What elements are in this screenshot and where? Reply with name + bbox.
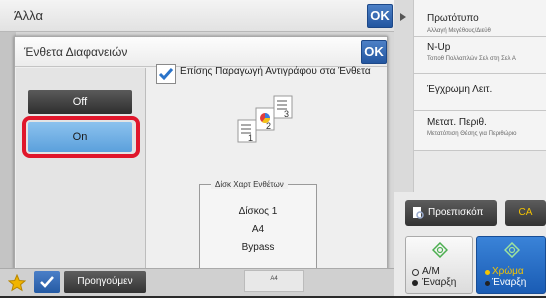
tray-size: A4 xyxy=(251,224,265,235)
bottom-paper-indicator: A4 xyxy=(244,270,304,292)
favorite-star-icon[interactable] xyxy=(7,273,27,292)
color-indicator xyxy=(485,281,490,286)
menu-color-mode[interactable]: Έγχρωμη Λειτ. xyxy=(414,74,546,111)
start-diamond-icon xyxy=(504,242,520,258)
dialog-title-bar: Ένθετα Διαφανειών xyxy=(15,37,387,67)
copy-on-inserts-option[interactable]: Επίσης Παραγωγή Αντιγράφου στα Ένθετα xyxy=(146,64,376,86)
inserts-pages-icon: 3 2 1 xyxy=(218,94,298,168)
bw-indicator-filled xyxy=(412,280,418,286)
panel-toggle[interactable] xyxy=(394,0,414,192)
menu-margin-shift-subtitle: Μετατόπιση Θέσης για Περιθώριο xyxy=(427,131,517,137)
page-number-3: 3 xyxy=(284,109,289,119)
main-title-bar: Άλλα xyxy=(0,0,394,32)
main-title: Άλλα xyxy=(14,8,43,23)
previous-button[interactable]: Προηγούμεν xyxy=(64,271,146,293)
tray-name: Δίσκος 1 xyxy=(238,206,278,217)
main-ok-button[interactable]: OK xyxy=(367,4,393,28)
chevron-right-icon xyxy=(400,13,406,21)
insert-tray-legend: Δίσκ Χαρτ Ενθέτων xyxy=(211,180,288,189)
preview-button[interactable]: Προεπισκόπ xyxy=(405,200,497,226)
color-indicator-selected xyxy=(485,270,490,275)
off-button[interactable]: Off xyxy=(28,90,132,114)
checkmark-icon xyxy=(158,68,174,81)
copy-on-inserts-label: Επίσης Παραγωγή Αντιγράφου στα Ένθετα xyxy=(180,66,371,77)
color-start-label-2: Έναρξη xyxy=(492,277,527,288)
menu-n-up[interactable]: N-Up Τοποθ Πολλαπλών Σελ στη Σελ Α xyxy=(414,37,546,74)
menu-color-mode-title: Έγχρωμη Λειτ. xyxy=(427,84,493,95)
menu-original-title: Πρωτότυπο xyxy=(427,13,479,24)
dialog-title: Ένθετα Διαφανειών xyxy=(24,45,128,59)
color-start-button[interactable]: Χρώμα Έναρξη xyxy=(476,236,546,294)
menu-margin-shift-title: Μετατ. Περιθ. xyxy=(427,117,487,128)
bw-start-button[interactable]: Α/Μ Έναρξη xyxy=(405,236,473,294)
copy-on-inserts-checkbox[interactable] xyxy=(156,64,176,84)
preview-label: Προεπισκόπ xyxy=(428,207,484,218)
clear-all-button[interactable]: CA xyxy=(505,200,546,226)
check-icon xyxy=(40,276,54,288)
menu-margin-shift[interactable]: Μετατ. Περιθ. Μετατόπιση Θέσης για Περιθ… xyxy=(414,111,546,151)
menu-n-up-title: N-Up xyxy=(427,42,451,53)
page-number-1: 1 xyxy=(248,133,253,143)
menu-n-up-subtitle: Τοποθ Πολλαπλών Σελ στη Σελ Α xyxy=(427,56,516,62)
bw-indicator-empty xyxy=(412,269,419,276)
check-button[interactable] xyxy=(34,271,60,293)
color-start-label-1: Χρώμα xyxy=(492,266,524,277)
tray-type: Bypass xyxy=(241,242,275,253)
preview-icon xyxy=(413,207,424,219)
menu-original-subtitle: Αλλαγή Μεγέθους/Διεύθ xyxy=(427,28,491,34)
on-button[interactable]: On xyxy=(28,122,132,152)
bw-start-label-1: Α/Μ xyxy=(422,266,440,277)
start-diamond-icon xyxy=(432,242,448,258)
bw-start-label-2: Έναρξη xyxy=(422,277,457,288)
dialog-ok-button[interactable]: OK xyxy=(361,40,387,64)
menu-original[interactable]: Πρωτότυπο Αλλαγή Μεγέθους/Διεύθ xyxy=(414,0,546,37)
page-number-2: 2 xyxy=(266,121,271,131)
